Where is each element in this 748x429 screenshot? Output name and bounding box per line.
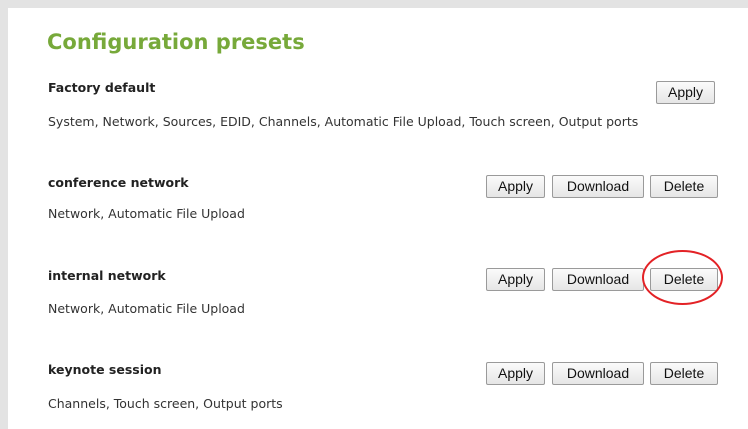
page-title: Configuration presets [47,30,305,54]
preset-description: Network, Automatic File Upload [48,301,245,316]
delete-button[interactable]: Delete [650,362,718,385]
preset-name: internal network [48,268,166,283]
preset-name: conference network [48,175,189,190]
download-button[interactable]: Download [552,175,644,198]
preset-description: Channels, Touch screen, Output ports [48,396,283,411]
apply-button[interactable]: Apply [486,268,545,291]
delete-button[interactable]: Delete [650,175,718,198]
preset-description: Network, Automatic File Upload [48,206,245,221]
preset-description: System, Network, Sources, EDID, Channels… [48,114,639,129]
apply-button[interactable]: Apply [656,81,715,104]
preset-name: keynote session [48,362,162,377]
preset-name: Factory default [48,80,156,95]
delete-button[interactable]: Delete [650,268,718,291]
apply-button[interactable]: Apply [486,175,545,198]
download-button[interactable]: Download [552,268,644,291]
apply-button[interactable]: Apply [486,362,545,385]
download-button[interactable]: Download [552,362,644,385]
